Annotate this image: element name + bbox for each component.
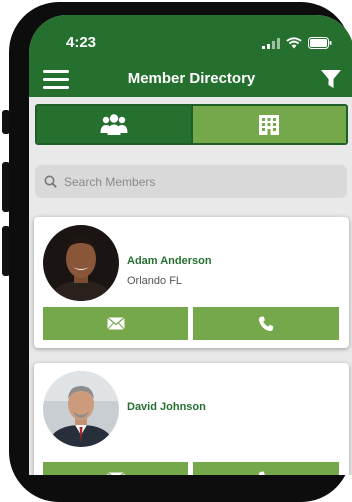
email-button[interactable] [43, 307, 188, 340]
search-icon [44, 175, 57, 188]
view-toggle [35, 104, 348, 145]
filter-button[interactable] [320, 68, 342, 95]
avatar [43, 225, 119, 301]
avatar [43, 371, 119, 447]
phone-icon [258, 471, 265, 475]
page-title: Member Directory [127, 70, 256, 87]
member-name[interactable]: David Johnson [127, 401, 206, 413]
status-time: 4:23 [66, 34, 97, 51]
signal-icon [262, 37, 280, 49]
email-button[interactable] [43, 462, 188, 475]
envelope-icon [106, 317, 125, 330]
top-bar: 4:23 Member Directory [29, 15, 352, 97]
search-bar[interactable] [35, 165, 347, 198]
status-icons [262, 37, 332, 49]
tab-members[interactable] [37, 106, 191, 143]
member-location: Orlando FL [127, 275, 183, 287]
building-icon [259, 114, 280, 135]
member-card[interactable]: David Johnson [34, 363, 349, 475]
member-card[interactable]: Adam Anderson Orlando FL [34, 217, 349, 348]
people-icon [100, 113, 128, 135]
wifi-icon [286, 37, 302, 49]
phone-frame: 4:23 Member Directory Search Members Ada… [9, 2, 352, 502]
envelope-icon [106, 472, 125, 475]
call-button[interactable] [193, 462, 339, 475]
phone-icon [258, 316, 274, 331]
battery-icon [308, 37, 332, 49]
member-name[interactable]: Adam Anderson [127, 255, 212, 267]
filter-icon [321, 70, 341, 88]
search-input[interactable] [62, 173, 316, 190]
tab-organizations[interactable] [190, 106, 346, 143]
call-button[interactable] [193, 307, 339, 340]
app-screen: 4:23 Member Directory Search Members Ada… [29, 15, 352, 475]
